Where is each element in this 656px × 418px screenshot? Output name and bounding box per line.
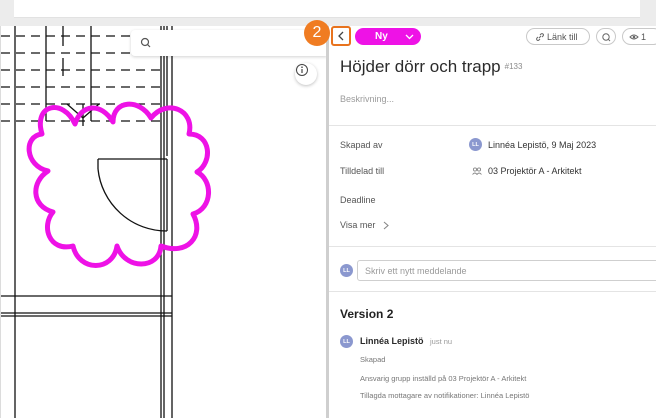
- activity-author: Linnéa Lepistö: [360, 336, 424, 346]
- comment-search-icon: [602, 32, 611, 41]
- status-dropdown[interactable]: Ny: [355, 28, 421, 45]
- info-button[interactable]: [295, 63, 317, 85]
- search-input[interactable]: [157, 33, 317, 53]
- chevron-right-icon: [383, 221, 390, 229]
- group-icon: [472, 167, 482, 175]
- browser-top-strip: [0, 0, 656, 26]
- show-more-link[interactable]: Visa mer: [340, 220, 390, 230]
- step-marker: 2: [304, 20, 330, 46]
- cloud-markup[interactable]: [26, 101, 211, 268]
- issue-number: #133: [504, 62, 523, 71]
- avatar: LL: [469, 138, 482, 151]
- eye-icon: [629, 34, 639, 40]
- chevron-left-icon: [338, 31, 344, 41]
- assigned-value[interactable]: 03 Projektör A - Arkitekt: [472, 166, 582, 176]
- watchers-count: 1: [641, 31, 647, 42]
- link-to-button[interactable]: Länk till: [526, 28, 590, 45]
- avatar: LL: [340, 335, 353, 348]
- assigned-label: Tilldelad till: [340, 166, 385, 176]
- deadline-label[interactable]: Deadline: [340, 195, 376, 205]
- activity-line: Ansvarig grupp inställd på 03 Projektör …: [360, 374, 527, 383]
- created-by-label: Skapad av: [340, 140, 383, 150]
- drawing-viewer[interactable]: [0, 26, 326, 418]
- issue-title: Höjder dörr och trapp #133: [340, 57, 522, 77]
- avatar: LL: [340, 264, 353, 277]
- version-title: Version 2: [340, 307, 394, 321]
- description-field[interactable]: Beskrivning...: [340, 94, 394, 104]
- activity-line: Tillagda mottagare av notifikationer: Li…: [360, 391, 530, 400]
- back-button[interactable]: [331, 26, 351, 46]
- created-by-text: Linnéa Lepistö, 9 Maj 2023: [488, 139, 597, 150]
- assigned-text: 03 Projektör A - Arkitekt: [488, 166, 582, 176]
- comment-search-button[interactable]: [596, 28, 616, 45]
- new-message-input[interactable]: Skriv ett nytt meddelande: [357, 260, 656, 281]
- section-divider: [329, 246, 656, 247]
- link-icon: [536, 33, 544, 41]
- watchers-button[interactable]: 1: [622, 28, 656, 45]
- status-label: Ny: [375, 31, 388, 42]
- activity-line: Skapad: [360, 355, 386, 364]
- info-icon: [296, 64, 308, 76]
- floor-plan-drawing: [1, 26, 211, 418]
- search-icon: [140, 37, 151, 48]
- link-to-label: Länk till: [547, 31, 578, 42]
- viewer-search[interactable]: [131, 30, 326, 56]
- issue-title-text: Höjder dörr och trapp: [340, 57, 501, 76]
- show-more-label: Visa mer: [340, 220, 376, 230]
- section-divider: [329, 125, 656, 126]
- top-bar: [14, 0, 640, 18]
- section-divider: [329, 291, 656, 292]
- activity-time: just nu: [430, 337, 453, 346]
- created-by-value: LL Linnéa Lepistö, 9 Maj 2023: [469, 138, 596, 151]
- chevron-down-icon: [405, 34, 414, 40]
